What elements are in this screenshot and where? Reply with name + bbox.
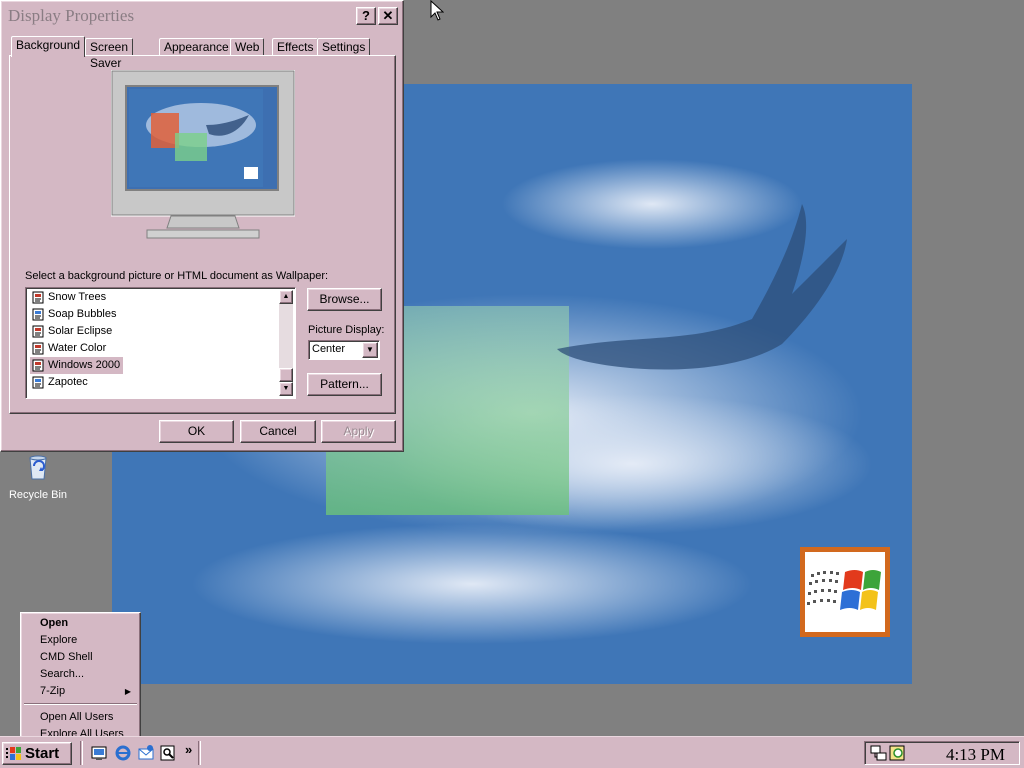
monitor-icon	[110, 69, 296, 239]
wallpaper-item-selected[interactable]: Windows 2000	[30, 357, 124, 374]
tab-screen-saver[interactable]: Screen Saver	[85, 38, 134, 70]
wallpaper-listbox[interactable]: Snow Trees Soap Bubbles Solar Eclipse Wa…	[25, 287, 296, 399]
menu-item-open-all-users[interactable]: Open All Users	[24, 709, 137, 726]
recycle-bin-icon	[29, 455, 47, 480]
search-icon[interactable]	[159, 744, 177, 762]
menu-item-explore[interactable]: Explore	[24, 632, 137, 649]
wallpaper-item[interactable]: Soap Bubbles	[30, 306, 120, 323]
wallpaper-item[interactable]: Snow Trees	[30, 289, 109, 306]
windows-logo-badge	[800, 547, 890, 637]
network-icon[interactable]	[870, 744, 888, 762]
html-document-icon	[32, 359, 44, 372]
wallpaper-prompt: Select a background picture or HTML docu…	[25, 270, 329, 282]
system-tray: 4:13 PM	[864, 741, 1020, 765]
listbox-scrollbar[interactable]: ▲ ▼	[279, 290, 293, 396]
start-button[interactable]: Start	[2, 742, 72, 765]
chevron-down-icon[interactable]: ▼	[362, 342, 378, 358]
browse-button[interactable]: Browse...	[307, 288, 382, 311]
menu-item-7zip[interactable]: 7-Zip ▶	[24, 683, 137, 700]
tab-settings[interactable]: Settings	[317, 38, 371, 56]
tab-background[interactable]: Background	[11, 36, 86, 57]
html-document-icon	[32, 376, 44, 389]
menu-separator	[24, 703, 137, 705]
html-document-icon	[32, 342, 44, 355]
tab-appearance[interactable]: Appearance	[159, 38, 234, 56]
picture-display-label: Picture Display:	[308, 324, 385, 336]
menu-item-cmd-shell[interactable]: CMD Shell	[24, 649, 137, 666]
taskbar: Start » 4:13 PM	[0, 736, 1024, 768]
help-button[interactable]: ?	[356, 7, 376, 25]
submenu-arrow-icon: ▶	[124, 687, 131, 696]
desktop-icon-recycle-bin[interactable]: Recycle Bin	[0, 450, 78, 501]
tab-effects[interactable]: Effects	[272, 38, 319, 56]
window-title: Display Properties	[8, 6, 135, 25]
quicklaunch-chevron[interactable]: »	[185, 742, 192, 757]
wallpaper-item[interactable]: Zapotec	[30, 374, 91, 391]
mouse-cursor-icon	[430, 0, 444, 21]
windows-flag-icon	[807, 570, 881, 610]
start-label: Start	[25, 745, 60, 762]
title-bar[interactable]: Display Properties ? ✕	[4, 4, 400, 26]
scroll-down-button[interactable]: ▼	[279, 382, 293, 396]
desktop-icon-label: Recycle Bin	[8, 489, 68, 501]
show-desktop-icon[interactable]	[90, 744, 108, 762]
html-document-icon	[32, 291, 44, 304]
outlook-icon[interactable]	[137, 744, 155, 762]
scroll-up-button[interactable]: ▲	[279, 290, 293, 304]
task-scheduler-icon[interactable]	[889, 744, 907, 762]
tab-web[interactable]: Web	[230, 38, 265, 56]
html-document-icon	[32, 308, 44, 321]
scroll-thumb[interactable]	[279, 368, 293, 382]
quicklaunch-grip[interactable]	[80, 741, 83, 765]
picture-display-value: Center	[312, 343, 346, 355]
wallpaper-item[interactable]: Water Color	[30, 340, 109, 357]
taskbar-clock[interactable]: 4:13 PM	[946, 745, 1005, 765]
cancel-button[interactable]: Cancel	[240, 420, 316, 443]
close-button[interactable]: ✕	[378, 7, 398, 25]
ie-icon[interactable]	[114, 744, 132, 762]
display-properties-window: Display Properties ? ✕ Background Screen…	[0, 0, 404, 452]
menu-item-search[interactable]: Search...	[24, 666, 137, 683]
wallpaper-item[interactable]: Solar Eclipse	[30, 323, 115, 340]
start-context-menu: Open Explore CMD Shell Search... 7-Zip ▶…	[20, 612, 141, 744]
pattern-button[interactable]: Pattern...	[307, 373, 382, 396]
html-document-icon	[32, 325, 44, 338]
ok-button[interactable]: OK	[159, 420, 234, 443]
menu-item-open[interactable]: Open	[24, 615, 137, 632]
apply-button[interactable]: Apply	[321, 420, 396, 443]
monitor-preview	[110, 69, 296, 240]
windows-flag-icon	[6, 747, 21, 760]
taskbar-grip[interactable]	[198, 741, 201, 765]
picture-display-select[interactable]: Center ▼	[308, 340, 380, 360]
